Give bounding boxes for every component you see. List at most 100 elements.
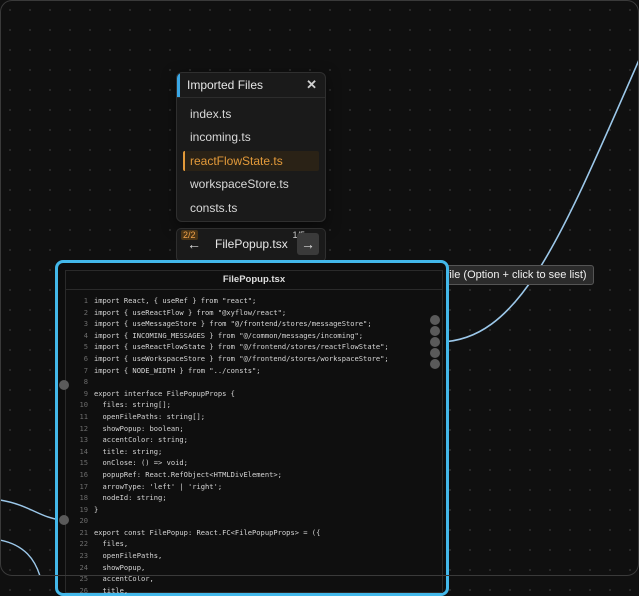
popup-title: Imported Files (187, 78, 264, 92)
code-text: showPopup, (94, 562, 146, 572)
code-line: 17 arrowType: 'left' | 'right'; (66, 481, 442, 493)
code-line: 2 import { useReactFlow } from "@xyflow/r… (66, 307, 442, 319)
line-number: 25 (79, 574, 88, 584)
code-line: 12 showPopup: boolean; (66, 423, 442, 435)
code-line: 16 popupRef: React.RefObject<HTMLDivElem… (66, 469, 442, 481)
code-text: } (94, 504, 99, 514)
line-number: 22 (79, 539, 88, 549)
file-node[interactable]: FilePopup.tsx 1 import React, { useRef } … (55, 260, 449, 596)
line-number: 7 (83, 365, 88, 375)
line-number: 6 (83, 353, 88, 363)
code-line: 18 nodeId: string; (66, 492, 442, 504)
code-line: 3 import { useMessageStore } from "@/fron… (66, 318, 442, 330)
file-item-workspacestore[interactable]: workspaceStore.ts (183, 174, 319, 194)
code-line: 9 export interface FilePopupProps { (66, 388, 442, 400)
code-text: title, (94, 585, 129, 595)
export-handle-2[interactable] (59, 515, 69, 525)
export-handle-1[interactable] (59, 380, 69, 390)
import-handle-2[interactable] (430, 326, 440, 336)
code-text: accentColor, (94, 574, 154, 584)
current-file-label: FilePopup.tsx (215, 237, 288, 251)
line-number: 13 (79, 435, 88, 445)
file-item-incoming[interactable]: incoming.ts (183, 127, 319, 147)
code-line: 26 title, (66, 585, 442, 596)
code-line: 1 import React, { useRef } from "react"; (66, 295, 442, 307)
line-number: 9 (83, 388, 88, 398)
file-navigation: 2/2 ← FilePopup.tsx 1/5 → (176, 228, 326, 262)
file-item-reactflowstate[interactable]: reactFlowState.ts (183, 150, 319, 171)
code-text: import React, { useRef } from "react"; (94, 296, 257, 305)
line-number: 1 (83, 296, 88, 305)
import-handle-5[interactable] (430, 359, 440, 369)
code-line: 13 accentColor: string; (66, 434, 442, 446)
line-number: 23 (79, 551, 88, 561)
code-text: import { useReactFlow } from "@xyflow/re… (94, 307, 287, 317)
code-line: 4 import { INCOMING_MESSAGES } from "@/co… (66, 330, 442, 342)
code-line: 8 (66, 376, 442, 388)
code-line: 25 accentColor, (66, 573, 442, 585)
imported-files-popup: Imported Files ✕ index.ts incoming.ts re… (176, 72, 326, 222)
line-number: 24 (79, 562, 88, 572)
code-text: popupRef: React.RefObject<HTMLDivElement… (94, 469, 282, 479)
line-number: 11 (79, 411, 88, 421)
line-number: 15 (79, 458, 88, 468)
code-block: 1 import React, { useRef } from "react"; 2… (66, 290, 442, 596)
code-text: onClose: () => void; (94, 458, 188, 468)
code-line: 14 title: string; (66, 446, 442, 458)
code-line: 24 showPopup, (66, 562, 442, 574)
line-number: 21 (79, 527, 88, 537)
import-handle-3[interactable] (430, 337, 440, 347)
code-text: accentColor: string; (94, 435, 188, 445)
code-line: 22 files, (66, 538, 442, 550)
popup-header: Imported Files ✕ (177, 73, 325, 98)
code-line: 15 onClose: () => void; (66, 457, 442, 469)
line-number: 2 (83, 307, 88, 317)
code-text: openFilePaths: string[]; (94, 411, 206, 421)
code-text: import { INCOMING_MESSAGES } from "@/com… (94, 330, 364, 340)
line-number: 5 (83, 342, 88, 352)
line-number: 12 (79, 423, 88, 433)
close-icon[interactable]: ✕ (306, 77, 317, 93)
line-number: 8 (83, 377, 88, 387)
file-item-consts[interactable]: consts.ts (183, 198, 319, 218)
code-text: showPopup: boolean; (94, 423, 184, 433)
arrow-left-icon[interactable]: ← (183, 233, 205, 255)
code-text: import { useMessageStore } from "@/front… (94, 319, 372, 329)
code-text: openFilePaths, (94, 551, 163, 561)
line-number: 4 (83, 330, 88, 340)
line-number: 20 (79, 516, 88, 526)
code-text: files, (94, 539, 129, 549)
code-text: title: string; (94, 446, 163, 456)
line-number: 26 (79, 585, 88, 595)
code-line: 7 import { NODE_WIDTH } from "../consts"; (66, 365, 442, 377)
code-text: files: string[]; (94, 400, 171, 410)
import-handle-1[interactable] (430, 315, 440, 325)
arrow-right-icon[interactable]: → (297, 233, 319, 255)
line-number: 3 (83, 319, 88, 329)
code-text: nodeId: string; (94, 493, 167, 503)
code-line: 19} (66, 504, 442, 516)
line-number: 10 (79, 400, 88, 410)
line-number: 17 (79, 481, 88, 491)
line-number: 16 (79, 469, 88, 479)
code-line: 10 files: string[]; (66, 399, 442, 411)
code-line: 20 (66, 515, 442, 527)
code-line: 21 export const FilePopup: React.FC<FileP… (66, 527, 442, 539)
code-text: import { NODE_WIDTH } from "../consts"; (94, 365, 261, 375)
line-number: 19 (79, 504, 88, 514)
code-panel: FilePopup.tsx 1 import React, { useRef } … (65, 270, 443, 596)
import-handle-4[interactable] (430, 348, 440, 358)
code-line: 5 import { useReactFlowState } from "@/fr… (66, 341, 442, 353)
code-text: arrowType: 'left' | 'right'; (94, 481, 223, 491)
line-number: 18 (79, 493, 88, 503)
edge-left-bottom (0, 499, 63, 521)
file-list: index.ts incoming.ts reactFlowState.ts w… (177, 98, 325, 218)
code-text: export const FilePopup: React.FC<FilePop… (94, 527, 321, 537)
code-text: import { useWorkspaceStore } from "@/fro… (94, 353, 389, 363)
code-text: export interface FilePopupProps { (94, 388, 235, 398)
line-number: 14 (79, 446, 88, 456)
edge-left-bottom-2 (0, 539, 41, 576)
node-title: FilePopup.tsx (66, 271, 442, 290)
code-text: import { useReactFlowState } from "@/fro… (94, 342, 389, 352)
file-item-index[interactable]: index.ts (183, 104, 319, 124)
